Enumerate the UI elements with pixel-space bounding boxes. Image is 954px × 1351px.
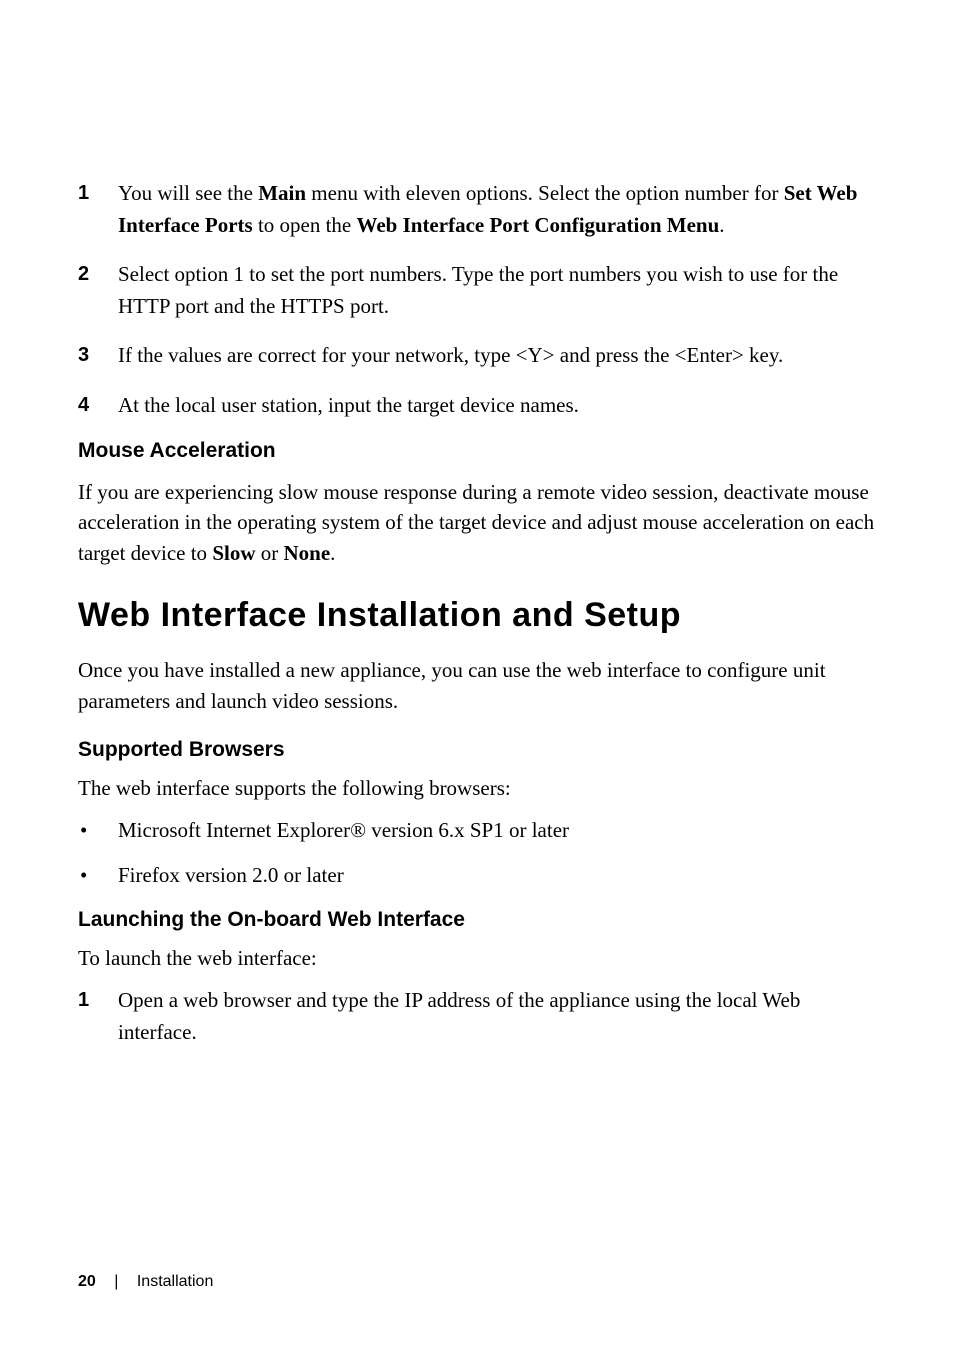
bullet-icon: • — [78, 860, 118, 890]
top-steps-list: 1 You will see the Main menu with eleven… — [78, 178, 876, 421]
step-3: 3 If the values are correct for your net… — [78, 340, 876, 372]
launching-heading: Launching the On-board Web Interface — [78, 908, 876, 932]
browsers-list: • Microsoft Internet Explorer® version 6… — [78, 815, 876, 890]
step-number: 1 — [78, 178, 118, 241]
web-interface-paragraph: Once you have installed a new appliance,… — [78, 655, 876, 716]
browser-item: • Firefox version 2.0 or later — [78, 860, 876, 890]
step-text: If the values are correct for your netwo… — [118, 340, 876, 372]
footer-separator: | — [114, 1273, 118, 1290]
step-text: You will see the Main menu with eleven o… — [118, 178, 876, 241]
launch-step-1: 1 Open a web browser and type the IP add… — [78, 985, 876, 1048]
step-1: 1 You will see the Main menu with eleven… — [78, 178, 876, 241]
supported-browsers-heading: Supported Browsers — [78, 738, 876, 762]
browser-text: Microsoft Internet Explorer® version 6.x… — [118, 815, 876, 845]
step-number: 4 — [78, 390, 118, 422]
section-label: Installation — [137, 1273, 214, 1290]
step-number: 3 — [78, 340, 118, 372]
mouse-acceleration-heading: Mouse Acceleration — [78, 439, 876, 463]
page-number: 20 — [78, 1273, 96, 1290]
bullet-icon: • — [78, 815, 118, 845]
launching-intro: To launch the web interface: — [78, 946, 876, 971]
web-interface-heading: Web Interface Installation and Setup — [78, 596, 876, 635]
step-text: At the local user station, input the tar… — [118, 390, 876, 422]
step-4: 4 At the local user station, input the t… — [78, 390, 876, 422]
step-number: 2 — [78, 259, 118, 322]
supported-browsers-intro: The web interface supports the following… — [78, 776, 876, 801]
browser-text: Firefox version 2.0 or later — [118, 860, 876, 890]
step-text: Open a web browser and type the IP addre… — [118, 985, 876, 1048]
step-text: Select option 1 to set the port numbers.… — [118, 259, 876, 322]
browser-item: • Microsoft Internet Explorer® version 6… — [78, 815, 876, 845]
step-2: 2 Select option 1 to set the port number… — [78, 259, 876, 322]
step-number: 1 — [78, 985, 118, 1048]
page-footer: 20 | Installation — [78, 1273, 213, 1291]
launch-steps-list: 1 Open a web browser and type the IP add… — [78, 985, 876, 1048]
mouse-acceleration-paragraph: If you are experiencing slow mouse respo… — [78, 477, 876, 568]
